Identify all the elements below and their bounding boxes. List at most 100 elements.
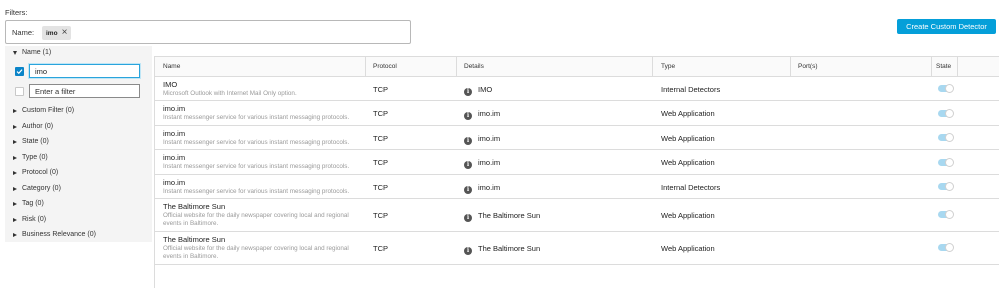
table-row[interactable]: imo.im Instant messenger service for var… (155, 101, 999, 126)
table-row[interactable]: The Baltimore Sun Official website for t… (155, 199, 999, 232)
filter-name-label: Name: (12, 28, 35, 37)
info-icon[interactable]: i (464, 137, 472, 145)
row-name[interactable]: imo.im (163, 178, 363, 187)
table-row[interactable]: The Baltimore Sun Official website for t… (155, 232, 999, 265)
column-header-ports[interactable]: Port(s) (798, 63, 818, 70)
row-details: i IMO (464, 85, 492, 96)
detectors-table: Name Protocol Details Type Port(s) State… (154, 56, 999, 288)
filter-section-risk[interactable]: Risk (0) (13, 216, 46, 223)
filter-section-author[interactable]: Author (0) (13, 123, 53, 130)
filter-section-protocol[interactable]: Protocol (0) (13, 169, 58, 176)
caret-right-icon (13, 201, 17, 206)
filter-section-label: Type (0) (22, 154, 48, 161)
row-name-cell: The Baltimore Sun Official website for t… (163, 202, 363, 228)
filter-section-name-label: Name (1) (22, 49, 52, 56)
row-protocol: TCP (373, 183, 388, 192)
caret-down-icon (13, 50, 17, 55)
row-details-text: imo.im (478, 134, 501, 143)
name-filter-checkbox[interactable] (15, 67, 24, 76)
filter-chip[interactable]: imo × (42, 26, 72, 40)
info-icon[interactable]: i (464, 247, 472, 255)
filter-section-label: Category (0) (22, 185, 61, 192)
toggle-knob (945, 243, 954, 252)
state-toggle[interactable] (938, 84, 954, 93)
filter-section-label: Tag (0) (22, 200, 44, 207)
row-name-cell: imo.im Instant messenger service for var… (163, 178, 363, 196)
state-toggle[interactable] (938, 133, 954, 142)
row-name[interactable]: The Baltimore Sun (163, 202, 363, 211)
row-name[interactable]: imo.im (163, 104, 363, 113)
info-icon[interactable]: i (464, 112, 472, 120)
row-type: Internal Detectors (661, 183, 721, 192)
state-toggle[interactable] (938, 109, 954, 118)
filter-section-label: State (0) (22, 138, 49, 145)
enter-filter-input[interactable]: Enter a filter (29, 84, 140, 98)
row-details: i The Baltimore Sun (464, 211, 540, 222)
row-type: Web Application (661, 158, 715, 167)
row-description: Instant messenger service for various in… (163, 163, 350, 170)
caret-right-icon (13, 186, 17, 191)
column-header-protocol[interactable]: Protocol (373, 63, 397, 70)
create-custom-detector-button[interactable]: Create Custom Detector (897, 19, 996, 34)
filters-label: Filters: (5, 8, 28, 17)
close-icon[interactable]: × (62, 28, 68, 38)
row-description: Instant messenger service for various in… (163, 188, 350, 195)
toggle-knob (945, 210, 954, 219)
state-toggle[interactable] (938, 210, 954, 219)
state-toggle[interactable] (938, 158, 954, 167)
name-filter-input[interactable]: imo (29, 64, 140, 78)
filter-section-business-relevance[interactable]: Business Relevance (0) (13, 231, 96, 238)
filter-section-type[interactable]: Type (0) (13, 154, 48, 161)
column-header-name[interactable]: Name (163, 63, 180, 70)
row-protocol: TCP (373, 158, 388, 167)
filter-section-category[interactable]: Category (0) (13, 185, 61, 192)
filter-section-label: Protocol (0) (22, 169, 59, 176)
active-filters-box[interactable]: Name: imo × (5, 20, 411, 44)
table-row[interactable]: imo.im Instant messenger service for var… (155, 126, 999, 150)
column-header-state[interactable]: State (936, 63, 951, 70)
column-header-details[interactable]: Details (464, 63, 484, 70)
table-row[interactable]: imo.im Instant messenger service for var… (155, 175, 999, 199)
table-row[interactable]: IMO Microsoft Outlook with Internet Mail… (155, 77, 999, 101)
filter-section-name[interactable]: Name (1) (13, 49, 51, 56)
column-header-type[interactable]: Type (661, 63, 675, 70)
caret-right-icon (13, 217, 17, 222)
row-name[interactable]: imo.im (163, 129, 363, 138)
row-protocol: TCP (373, 85, 388, 94)
toggle-knob (945, 182, 954, 191)
row-details-text: imo.im (478, 158, 501, 167)
info-icon[interactable]: i (464, 186, 472, 194)
info-icon[interactable]: i (464, 161, 472, 169)
info-icon[interactable]: i (464, 88, 472, 96)
info-icon[interactable]: i (464, 214, 472, 222)
row-description: Instant messenger service for various in… (163, 114, 350, 121)
row-type: Web Application (661, 134, 715, 143)
row-name[interactable]: imo.im (163, 153, 363, 162)
new-filter-checkbox[interactable] (15, 87, 24, 96)
row-protocol: TCP (373, 244, 388, 253)
row-details-text: The Baltimore Sun (478, 211, 541, 220)
filter-section-label: Custom Filter (0) (22, 107, 75, 114)
row-name[interactable]: IMO (163, 80, 363, 89)
row-name-cell: imo.im Instant messenger service for var… (163, 104, 363, 122)
filter-chip-value: imo (46, 29, 58, 37)
filter-section-custom-filter[interactable]: Custom Filter (0) (13, 107, 74, 114)
row-name[interactable]: The Baltimore Sun (163, 235, 363, 244)
state-toggle[interactable] (938, 182, 954, 191)
row-type: Web Application (661, 211, 715, 220)
row-name-cell: imo.im Instant messenger service for var… (163, 153, 363, 171)
row-details: i imo.im (464, 134, 500, 145)
filter-section-state[interactable]: State (0) (13, 138, 49, 145)
row-description: Official website for the daily newspaper… (163, 212, 349, 227)
toggle-knob (945, 84, 954, 93)
table-row[interactable]: imo.im Instant messenger service for var… (155, 150, 999, 175)
filter-section-tag[interactable]: Tag (0) (13, 200, 44, 207)
row-name-cell: IMO Microsoft Outlook with Internet Mail… (163, 80, 363, 98)
column-divider (652, 57, 653, 77)
state-toggle[interactable] (938, 243, 954, 252)
row-description: Official website for the daily newspaper… (163, 245, 349, 260)
row-name-cell: The Baltimore Sun Official website for t… (163, 235, 363, 261)
caret-right-icon (13, 139, 17, 144)
caret-right-icon (13, 124, 17, 129)
row-details-text: IMO (478, 85, 493, 94)
